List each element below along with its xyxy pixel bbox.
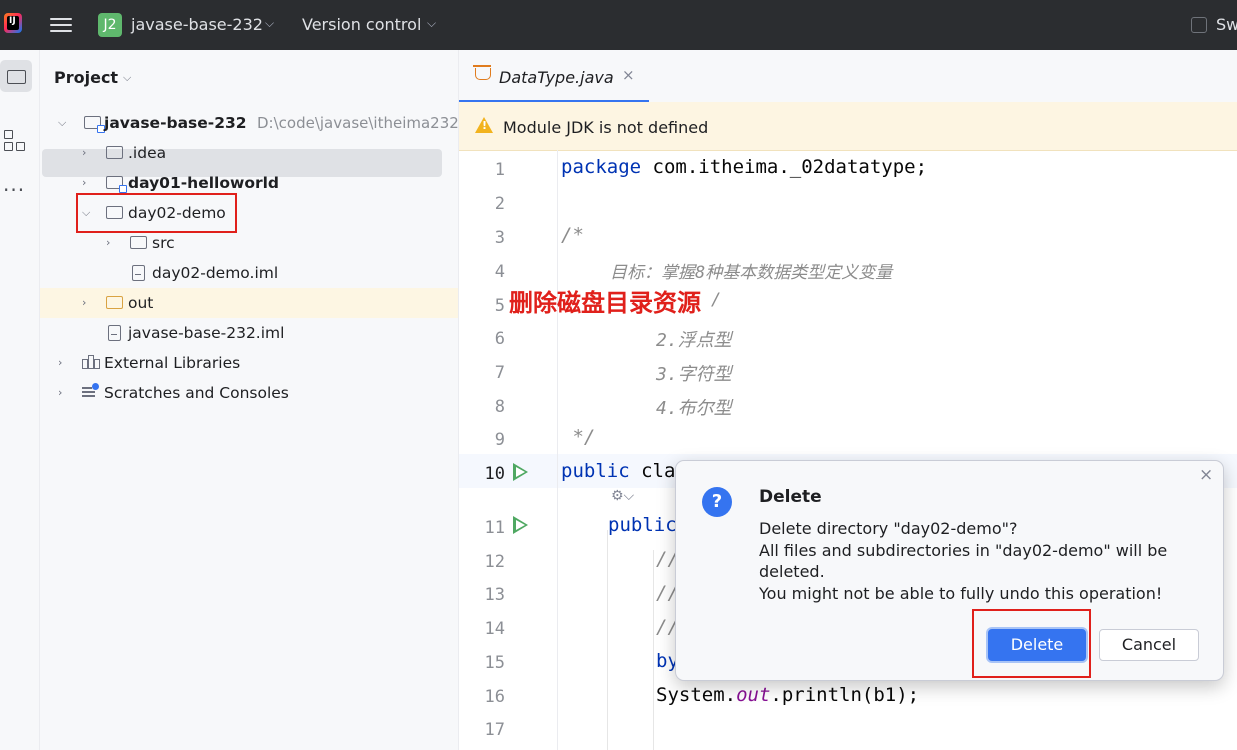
tab-datatype-java[interactable]: DataType.java × [459, 50, 649, 103]
code-line-10[interactable]: public cla [561, 460, 675, 482]
java-file-icon [473, 65, 491, 80]
chevron-down-icon[interactable]: ⌵ [427, 16, 436, 31]
line-number: 7 [494, 363, 505, 383]
tree-item-label: javase-base-232.iml [128, 324, 285, 342]
dialog-message-line: Delete directory "day02-demo"? [759, 519, 1018, 538]
line-number: 5 [494, 296, 505, 316]
code-line-5[interactable]: / [711, 290, 721, 310]
tree-item-path: D:\code\javase\itheima232 [257, 114, 459, 132]
line-number: 11 [484, 518, 505, 538]
line-number: 3 [494, 228, 505, 248]
code-line-4[interactable]: 目标：掌握8种基本数据类型定义变量 [610, 258, 892, 283]
chevron-right-icon[interactable]: › [58, 348, 62, 378]
line-number: 16 [484, 687, 505, 707]
excluded-folder-icon [106, 296, 123, 309]
delete-dialog: ? Delete × Delete directory "day02-demo"… [675, 460, 1224, 681]
editor-tab-bar: DataType.java × [459, 50, 1237, 103]
question-icon: ? [702, 487, 732, 517]
code-line-11[interactable]: public [608, 514, 677, 536]
file-icon [132, 265, 145, 281]
warning-banner: Module JDK is not defined [459, 102, 1237, 151]
code-line-3[interactable]: /* [561, 224, 584, 246]
chevron-right-icon[interactable]: › [58, 378, 62, 408]
project-panel-title[interactable]: Project [54, 68, 118, 87]
dialog-message-line: deleted. [759, 562, 825, 581]
chevron-down-icon[interactable]: ⌵ [123, 71, 131, 85]
warning-text: Module JDK is not defined [503, 118, 709, 137]
line-number: 12 [484, 552, 505, 572]
line-number: 14 [484, 619, 505, 639]
structure-icon[interactable] [4, 130, 26, 152]
line-number: 6 [494, 329, 505, 349]
module-folder-icon [106, 176, 127, 193]
code-line-6[interactable]: 2.浮点型 [656, 326, 732, 352]
code-line-7[interactable]: 3.字符型 [656, 360, 732, 386]
library-icon [82, 355, 100, 369]
tool-window-strip: ··· [0, 50, 40, 750]
project-badge[interactable]: J2 [98, 13, 122, 37]
indent-guide [653, 550, 654, 750]
tree-item-javase-base-232[interactable]: ⌵ javase-base-232 D:\code\javase\itheima… [58, 108, 459, 138]
chevron-down-icon[interactable]: ⌵ [265, 16, 274, 31]
intellij-logo-icon[interactable]: IJ [4, 13, 22, 33]
line-number: 10 [484, 464, 505, 484]
warning-icon [475, 117, 493, 133]
dialog-title: Delete [759, 487, 822, 507]
project-folder-icon[interactable] [0, 60, 32, 92]
annotation-text: 删除磁盘目录资源 [509, 289, 701, 317]
more-icon[interactable]: ··· [3, 178, 25, 202]
out-row-highlight [40, 288, 458, 318]
chevron-down-icon[interactable]: ⌵ [58, 108, 66, 138]
tree-item-label: Scratches and Consoles [104, 384, 289, 402]
cancel-button[interactable]: Cancel [1099, 629, 1199, 661]
run-icon[interactable] [513, 516, 528, 534]
module-folder-icon [84, 116, 105, 133]
line-number: 4 [494, 262, 505, 282]
chevron-right-icon[interactable]: › [82, 288, 86, 318]
titlebar-right-label[interactable]: Sw [1216, 15, 1237, 34]
folder-icon [130, 236, 147, 249]
tree-item-label: out [128, 294, 154, 312]
highlight-box-day02-demo [76, 193, 237, 233]
run-icon[interactable] [513, 463, 528, 481]
line-number: 13 [484, 585, 505, 605]
project-switcher[interactable]: javase-base-232 [131, 15, 263, 34]
version-control-menu[interactable]: Version control [302, 15, 421, 34]
indent-guide [607, 530, 608, 750]
highlight-box-delete-button [972, 609, 1091, 678]
tree-item-label: External Libraries [104, 354, 241, 372]
code-line-9[interactable]: */ [561, 426, 595, 448]
chevron-right-icon[interactable]: › [82, 138, 86, 168]
main-menu-icon[interactable] [50, 14, 72, 36]
ai-assistant-icon[interactable]: ⚙⌵ [611, 488, 634, 504]
tree-item-label: javase-base-232 [104, 114, 247, 132]
tree-item-label: .idea [128, 144, 167, 162]
tab-label: DataType.java [499, 68, 614, 87]
editor-gutter: 1 2 3 4 5 6 7 8 9 10 11 12 13 14 15 16 1… [459, 150, 558, 750]
close-icon[interactable]: × [622, 66, 635, 84]
code-line-8[interactable]: 4.布尔型 [656, 394, 732, 420]
line-number: 9 [494, 430, 505, 450]
folder-icon [106, 146, 123, 159]
line-number: 2 [494, 194, 505, 214]
code-line-1[interactable]: package com.itheima._02datatype; [561, 156, 927, 178]
file-icon [108, 325, 121, 341]
line-number: 15 [484, 653, 505, 673]
code-line-16[interactable]: System.out.println(b1); [656, 684, 919, 706]
line-number: 8 [494, 397, 505, 417]
line-number: 1 [494, 160, 505, 180]
line-number: 17 [484, 720, 505, 740]
dialog-message-line: All files and subdirectories in "day02-d… [759, 541, 1168, 560]
title-bar: IJ J2 javase-base-232 ⌵ Version control … [0, 0, 1237, 50]
close-icon[interactable]: × [1199, 465, 1213, 485]
scratches-icon [82, 383, 99, 399]
dialog-message-line: You might not be able to fully undo this… [759, 584, 1163, 603]
checkbox-icon[interactable] [1191, 17, 1207, 33]
tree-item-label: day02-demo.iml [152, 264, 279, 282]
